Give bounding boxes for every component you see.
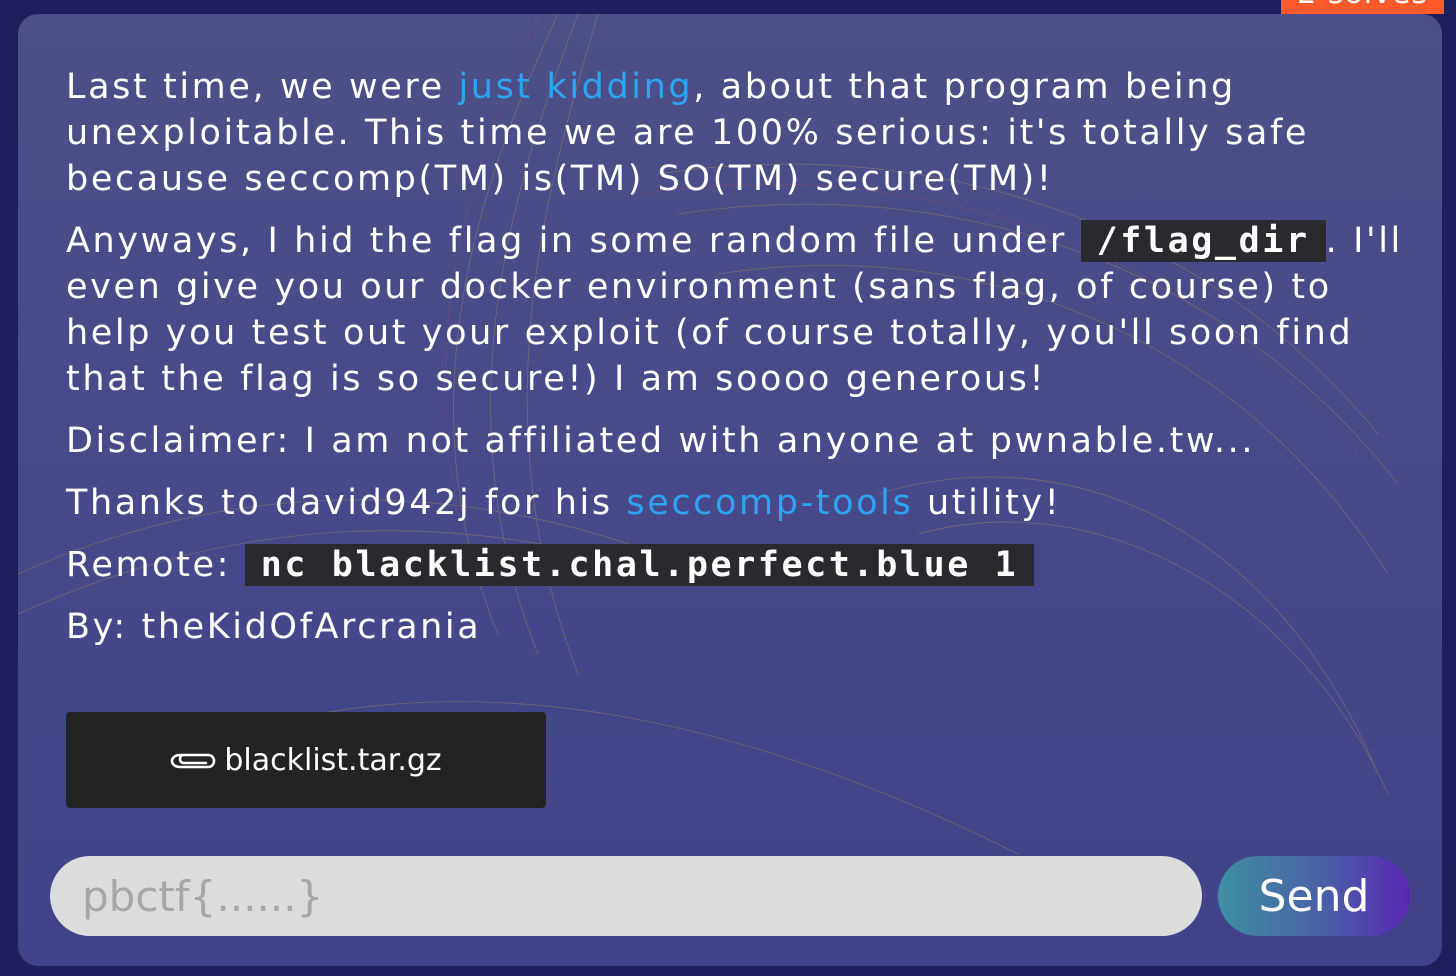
send-button[interactable]: Send bbox=[1218, 856, 1410, 936]
attachment-filename: blacklist.tar.gz bbox=[224, 742, 442, 778]
attachment-download-button[interactable]: blacklist.tar.gz bbox=[66, 712, 546, 808]
seccomp-tools-link[interactable]: seccomp-tools bbox=[626, 483, 913, 523]
challenge-page: 2 solves Last time, we were bbox=[0, 0, 1456, 976]
solves-badge: 2 solves bbox=[1281, 0, 1444, 14]
flag-input[interactable] bbox=[50, 856, 1202, 936]
paperclip-icon bbox=[171, 753, 216, 769]
paragraph-2-text-start: Anyways, I hid the flag in some random f… bbox=[66, 221, 1081, 261]
thanks-paragraph: Thanks to david942j for his seccomp-tool… bbox=[66, 480, 1406, 526]
description-paragraph-1: Last time, we were just kidding, about t… bbox=[66, 64, 1406, 202]
author-line: By: theKidOfArcrania bbox=[66, 607, 482, 647]
flag-dir-code: /flag_dir bbox=[1080, 220, 1326, 262]
disclaimer-paragraph: Disclaimer: I am not affiliated with any… bbox=[66, 421, 1256, 461]
challenge-card: Last time, we were just kidding, about t… bbox=[18, 14, 1442, 966]
paragraph-1-text-start: Last time, we were bbox=[66, 67, 459, 107]
thanks-text-end: utility! bbox=[913, 483, 1062, 523]
description-paragraph-2: Anyways, I hid the flag in some random f… bbox=[66, 218, 1406, 402]
thanks-text-start: Thanks to david942j for his bbox=[66, 483, 627, 523]
just-kidding-link[interactable]: just kidding bbox=[458, 67, 693, 107]
challenge-description: Last time, we were just kidding, about t… bbox=[66, 64, 1406, 666]
remote-command-code: nc blacklist.chal.perfect.blue 1 bbox=[244, 544, 1035, 586]
remote-paragraph: Remote: nc blacklist.chal.perfect.blue 1 bbox=[66, 542, 1406, 588]
remote-label: Remote: bbox=[66, 545, 245, 585]
